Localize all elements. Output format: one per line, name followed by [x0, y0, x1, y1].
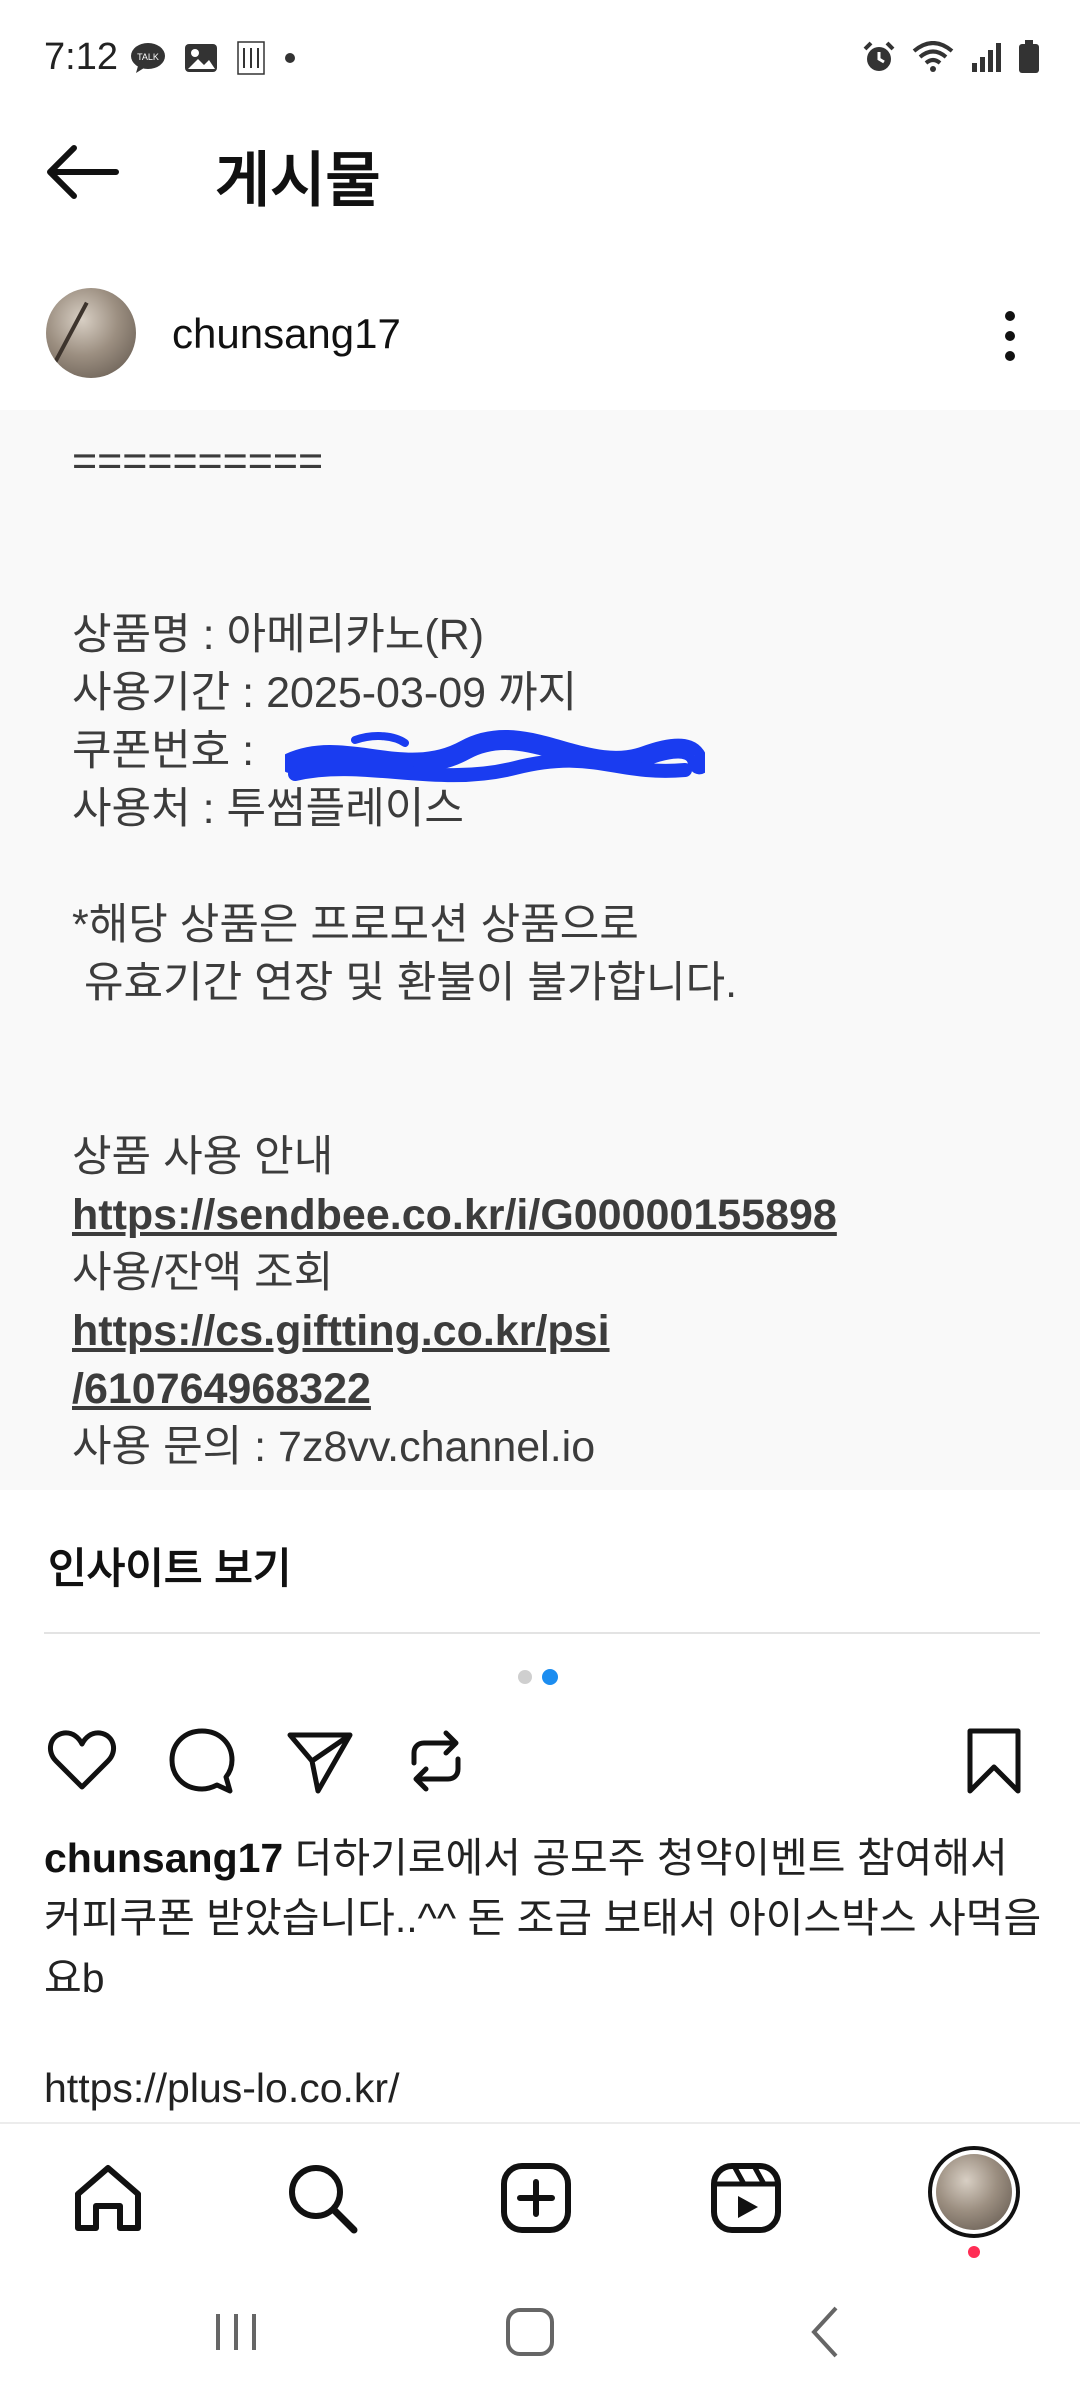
carousel-dot	[518, 1670, 532, 1684]
author-username[interactable]: chunsang17	[172, 310, 401, 358]
profile-avatar-image	[936, 2154, 1012, 2230]
coupon-line: 사용 문의 : 7z8vv.channel.io	[72, 1423, 596, 1471]
usage-guide-link: https://sendbee.co.kr/i/G00000155898	[72, 1191, 837, 1239]
share-send-icon[interactable]	[284, 1725, 356, 1797]
alarm-icon	[863, 41, 895, 71]
coupon-line	[72, 1070, 837, 1128]
coupon-line	[72, 838, 837, 896]
balance-link-cont: /610764968322	[72, 1365, 371, 1413]
coupon-line: 상품명 : 아메리카노(R)	[72, 611, 485, 659]
page-title: 게시물	[215, 147, 381, 214]
coupon-line: *해당 상품은 프로모션 상품으로	[72, 901, 639, 949]
caption-link[interactable]: https://plus-lo.co.kr/	[44, 2065, 399, 2112]
status-right-icons	[862, 40, 1040, 74]
system-navigation-bar	[0, 2262, 1080, 2400]
coupon-line: ==========	[72, 437, 324, 485]
post-image[interactable]: ========== 상품명 : 아메리카노(R) 사용기간 : 2025-03…	[0, 410, 1080, 1490]
recent-apps-icon[interactable]	[206, 2302, 266, 2362]
view-insights-link[interactable]: 인사이트 보기	[48, 1535, 292, 1596]
home-button-icon[interactable]	[500, 2302, 560, 2362]
battery-icon	[1019, 40, 1039, 73]
like-heart-icon[interactable]	[46, 1725, 118, 1797]
back-button-icon[interactable]	[796, 2302, 856, 2362]
coupon-text-block: ========== 상품명 : 아메리카노(R) 사용기간 : 2025-03…	[72, 432, 837, 1476]
coupon-line: 사용/잔액 조회	[72, 1249, 334, 1297]
coupon-line	[72, 548, 837, 606]
status-left-icons: TALK	[130, 38, 296, 78]
signal-icon	[972, 43, 1001, 72]
svg-text:TALK: TALK	[137, 52, 159, 62]
bottom-nav	[0, 2122, 1080, 2262]
notification-dot	[968, 2246, 980, 2258]
reels-icon[interactable]	[708, 2160, 784, 2236]
gallery-icon	[185, 44, 217, 72]
post-author-row: chunsang17	[0, 280, 1080, 390]
repost-icon[interactable]	[400, 1725, 472, 1797]
wifi-icon	[912, 41, 954, 72]
post-caption: chunsang17 더하기로에서 공모주 청약이벤트 참여해서 커피쿠폰 받았…	[44, 1828, 1044, 2008]
create-post-icon[interactable]	[498, 2160, 574, 2236]
innisfree-icon	[237, 41, 265, 75]
coupon-line	[72, 1012, 837, 1070]
profile-avatar-tab[interactable]	[928, 2146, 1020, 2238]
caption-username[interactable]: chunsang17	[44, 1835, 283, 1881]
carousel-dot-active	[542, 1669, 558, 1685]
bookmark-icon[interactable]	[958, 1725, 1030, 1797]
coupon-line	[72, 490, 837, 548]
coupon-line: 유효기간 연장 및 환불이 불가합니다.	[72, 959, 738, 1007]
header: 게시물	[0, 120, 1080, 230]
comment-icon[interactable]	[166, 1725, 238, 1797]
author-avatar[interactable]	[46, 288, 136, 378]
more-options-icon[interactable]	[990, 306, 1030, 366]
coupon-line: 상품 사용 안내	[72, 1133, 334, 1181]
home-icon[interactable]	[70, 2160, 146, 2236]
divider	[44, 1632, 1040, 1634]
post-actions	[0, 1725, 1080, 1805]
status-time: 7:12	[44, 36, 118, 78]
search-icon[interactable]	[284, 2160, 360, 2236]
coupon-line: 사용기간 : 2025-03-09 까지	[72, 669, 578, 717]
talk-icon: TALK	[131, 43, 165, 73]
redaction-scribble	[285, 730, 705, 783]
status-bar: 7:12 TALK	[0, 0, 1080, 120]
back-arrow-icon[interactable]	[44, 142, 120, 202]
dot-icon	[285, 53, 295, 63]
balance-link: https://cs.giftting.co.kr/psi	[72, 1307, 610, 1355]
carousel-indicator	[518, 1669, 558, 1685]
